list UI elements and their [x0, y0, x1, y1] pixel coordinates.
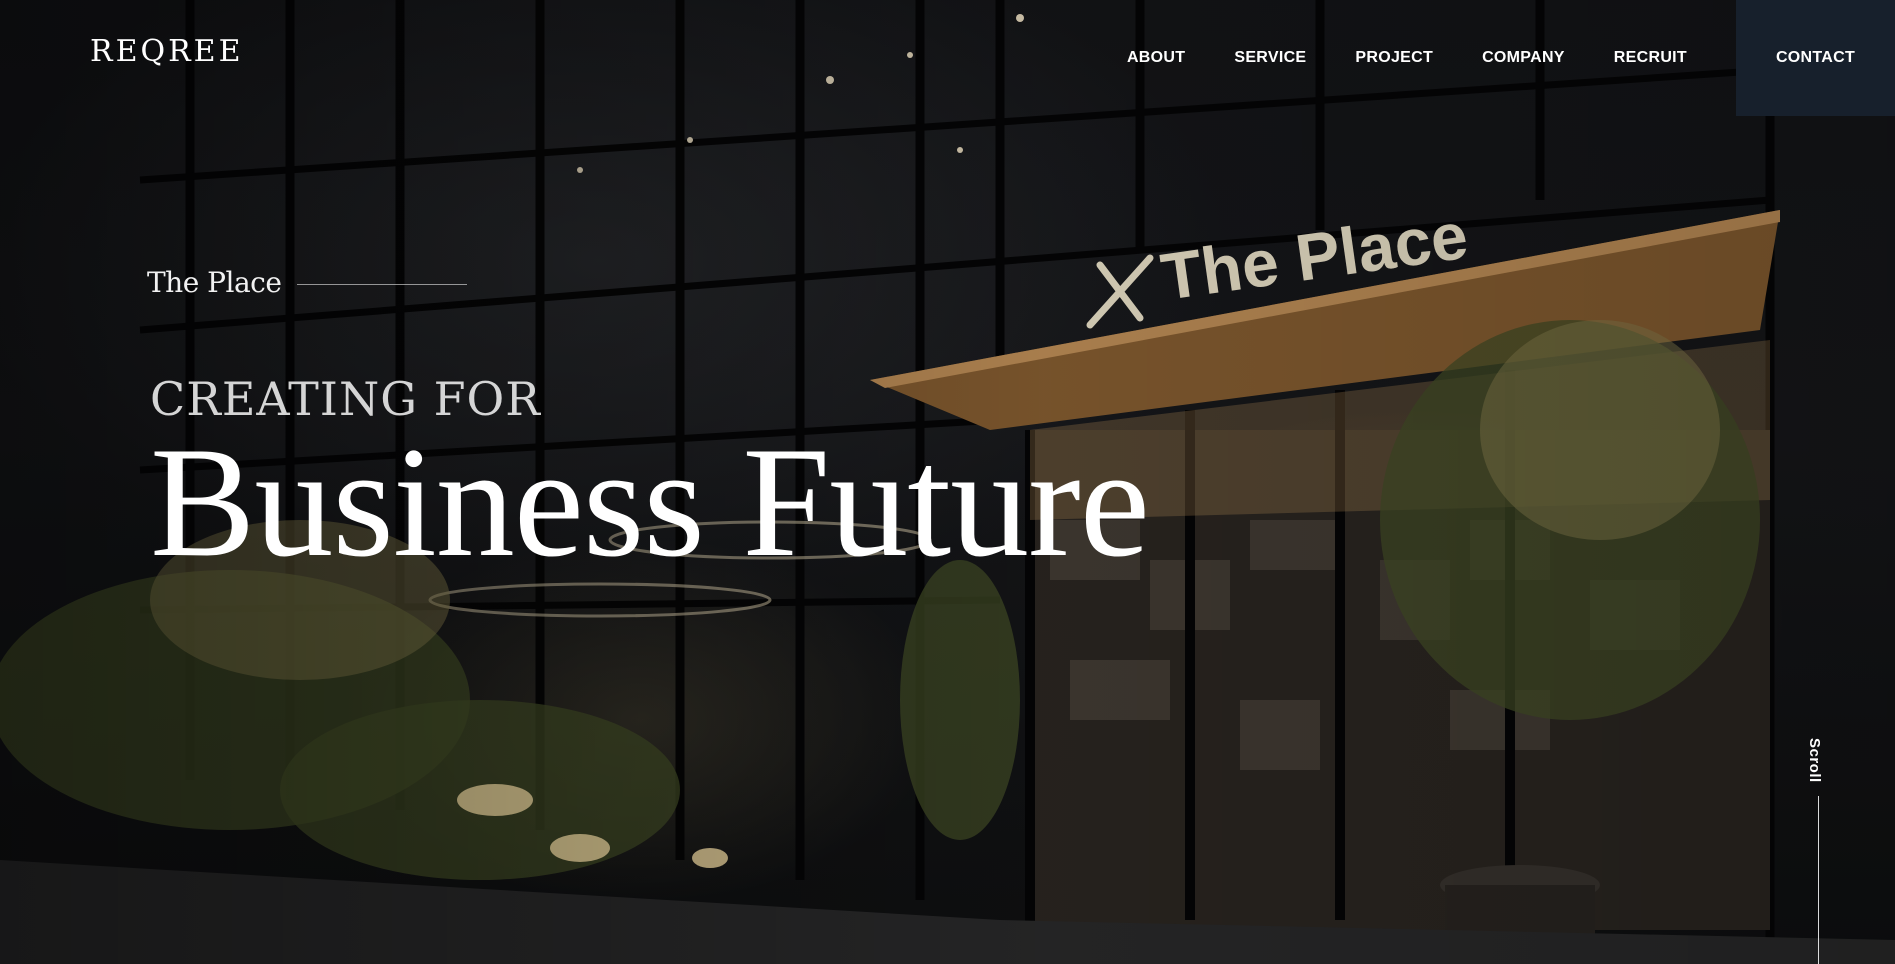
sign-logo-icon	[1086, 254, 1154, 329]
nav-recruit[interactable]: RECRUIT	[1614, 49, 1687, 67]
main-navigation: ABOUT SERVICE PROJECT COMPANY RECRUIT CO…	[1127, 0, 1895, 116]
hero-section: The Place REQREE ABOUT SERVICE PROJECT C…	[0, 0, 1895, 964]
hero-headline: Business Future	[150, 415, 1150, 590]
nav-about[interactable]: ABOUT	[1127, 49, 1185, 67]
nav-project[interactable]: PROJECT	[1355, 49, 1433, 67]
scroll-label[interactable]: Scroll	[1806, 738, 1823, 783]
nav-company[interactable]: COMPANY	[1482, 49, 1565, 67]
hero-eyebrow: The Place	[147, 266, 468, 299]
contact-button[interactable]: CONTACT	[1736, 0, 1895, 116]
scroll-line	[1818, 796, 1819, 964]
eyebrow-divider	[297, 284, 468, 285]
nav-service[interactable]: SERVICE	[1234, 49, 1306, 67]
site-logo[interactable]: REQREE	[90, 34, 243, 69]
hero-eyebrow-label: The Place	[147, 266, 282, 299]
